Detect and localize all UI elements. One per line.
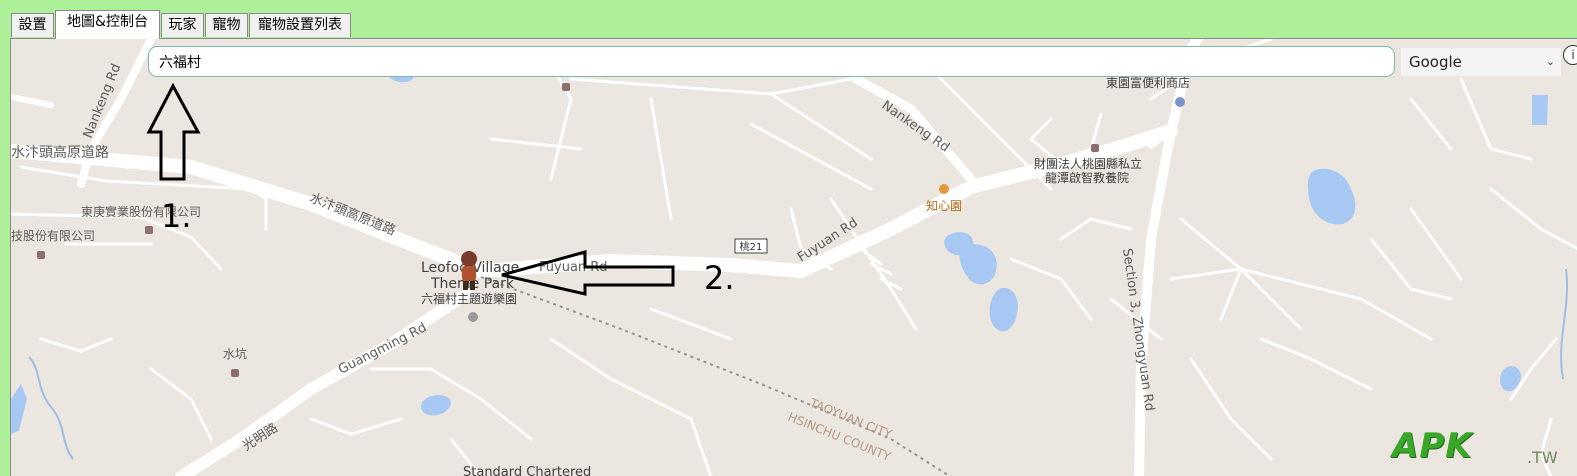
label-tech-co: 技股份有限公司 (11, 229, 95, 243)
map-panel: 桃21 Nankeng Rd Nankeng Rd 水汴頭高原道路 水汴頭高原道… (10, 38, 1577, 476)
map-view[interactable]: 桃21 Nankeng Rd Nankeng Rd 水汴頭高原道路 水汴頭高原道… (11, 39, 1577, 476)
tab-pet-settings-list[interactable]: 寵物設置列表 (249, 13, 351, 37)
label-leofoo-zh: 六福村主題遊樂園 (421, 291, 517, 306)
label-foundation-1: 財團法人桃園縣私立 (1034, 156, 1142, 171)
info-icon[interactable]: i (1563, 45, 1577, 65)
tab-map-console[interactable]: 地圖&控制台 (55, 10, 160, 39)
tab-players[interactable]: 玩家 (161, 13, 204, 37)
tab-bar: 設置 地圖&控制台 玩家 寵物 寵物設置列表 (0, 0, 1577, 39)
annotation-label-1: 1. (161, 197, 192, 235)
route-shield-label: 桃21 (740, 240, 763, 253)
label-plateau-road-left: 水汴頭高原道路 (11, 144, 109, 161)
annotation-label-2: 2. (704, 259, 735, 297)
poi-attraction-icon (468, 312, 478, 322)
label-store: 東園富便利商店 (1106, 75, 1190, 90)
map-provider-value: Google (1409, 53, 1462, 71)
label-standard-chartered: Standard Chartered (463, 465, 591, 476)
store-icon (1175, 97, 1185, 107)
watermark-suffix: .TW (1527, 448, 1558, 467)
label-zhixin: 知心園 (926, 199, 962, 213)
chevron-down-icon: ⌄ (1545, 55, 1555, 68)
route-shield: 桃21 (734, 238, 768, 254)
restaurant-icon (939, 184, 949, 194)
label-foundation-2: 龍潭啟智教養院 (1045, 170, 1129, 185)
search-input[interactable] (148, 46, 1395, 77)
label-shuikeng: 水坑 (223, 346, 247, 361)
tab-settings[interactable]: 設置 (11, 13, 54, 37)
watermark-logo: APK (1392, 426, 1473, 466)
map-provider-select[interactable]: Google ⌄ (1401, 48, 1561, 76)
tab-pets[interactable]: 寵物 (205, 13, 248, 37)
